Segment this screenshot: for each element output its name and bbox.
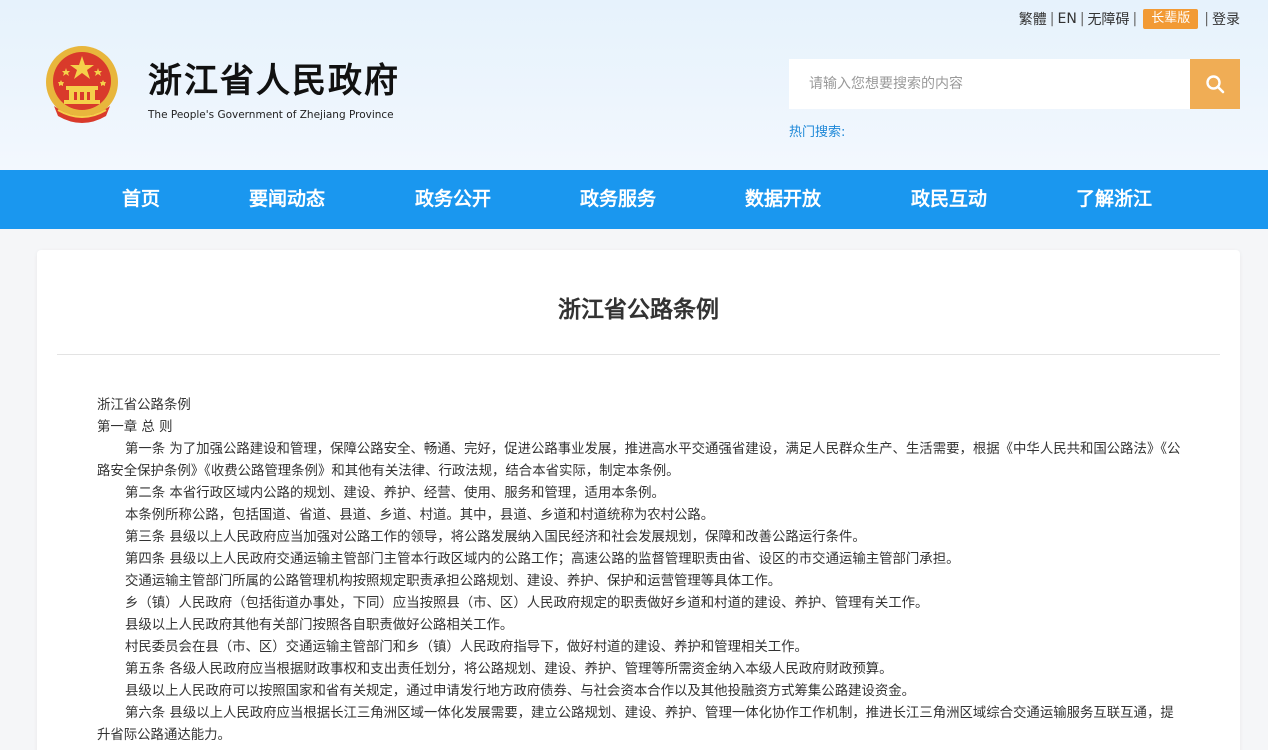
nav-item-about-zhejiang[interactable]: 了解浙江 [1076, 170, 1152, 229]
separator: | [1079, 11, 1085, 27]
article-paragraph: 第六条 县级以上人民政府应当根据长江三角洲区域一体化发展需要，建立公路规划、建设… [97, 706, 1174, 743]
article-paragraph: 第四条 县级以上人民政府交通运输主管部门主管本行政区域内的公路工作；高速公路的监… [125, 552, 960, 567]
english-link[interactable]: EN [1058, 11, 1077, 27]
article-paragraph: 县级以上人民政府可以按照国家和省有关规定，通过申请发行地方政府债券、与社会资本合… [125, 684, 916, 699]
article-paragraph: 第二条 本省行政区域内公路的规划、建设、养护、经营、使用、服务和管理，适用本条例… [125, 486, 665, 501]
title-divider [57, 354, 1220, 355]
hot-search-label: 热门搜索: [789, 125, 846, 140]
separator: | [1204, 11, 1209, 27]
article-paragraph: 县级以上人民政府其他有关部门按照各自职责做好公路相关工作。 [125, 618, 514, 633]
nav-item-gov-affairs[interactable]: 政务公开 [415, 170, 491, 229]
search-button[interactable] [1190, 59, 1240, 109]
site-header: 繁體 | EN | 无障碍 | 长辈版 | 登录 浙江省人民政府 The Peo… [0, 0, 1268, 170]
article-body: 浙江省公路条例 第一章 总 则 第一条 为了加强公路建设和管理，保障公路安全、畅… [97, 395, 1182, 747]
nav-item-home[interactable]: 首页 [122, 170, 160, 229]
accessibility-link[interactable]: 无障碍 [1088, 9, 1130, 29]
search-input[interactable] [789, 59, 1190, 109]
traditional-chinese-link[interactable]: 繁體 [1019, 9, 1047, 29]
site-title[interactable]: 浙江省人民政府 [148, 53, 400, 102]
nav-item-gov-services[interactable]: 政务服务 [580, 170, 656, 229]
article-paragraph: 本条例所称公路，包括国道、省道、县道、乡道、村道。其中，县道、乡道和村道统称为农… [125, 508, 715, 523]
article-paragraph: 第一条 为了加强公路建设和管理，保障公路安全、畅通、完好，促进公路事业发展，推进… [97, 442, 1181, 479]
article-paragraph: 村民委员会在县（市、区）交通运输主管部门和乡（镇）人民政府指导下，做好村道的建设… [125, 640, 808, 655]
main-nav: 首页 要闻动态 政务公开 政务服务 数据开放 政民互动 了解浙江 [0, 170, 1268, 229]
article-paragraph: 第三条 县级以上人民政府应当加强对公路工作的领导，将公路发展纳入国民经济和社会发… [125, 530, 866, 545]
login-link[interactable]: 登录 [1212, 9, 1240, 29]
nav-item-news[interactable]: 要闻动态 [249, 170, 325, 229]
article-card: 浙江省公路条例 浙江省公路条例 第一章 总 则 第一条 为了加强公路建设和管理，… [37, 250, 1240, 750]
national-emblem-icon [46, 46, 118, 123]
separator: | [1049, 11, 1055, 27]
article-paragraph: 第五条 各级人民政府应当根据财政事权和支出责任划分，将公路规划、建设、养护、管理… [125, 662, 893, 677]
elder-version-button[interactable]: 长辈版 [1143, 9, 1199, 29]
article-paragraph: 交通运输主管部门所属的公路管理机构按照规定职责承担公路规划、建设、养护、保护和运… [125, 574, 782, 589]
article-title: 浙江省公路条例 [558, 297, 719, 323]
article-paragraph: 浙江省公路条例 [97, 398, 191, 413]
article-paragraph: 第一章 总 则 [97, 420, 173, 435]
nav-item-open-data[interactable]: 数据开放 [745, 170, 821, 229]
search-icon [1206, 75, 1225, 94]
site-subtitle: The People's Government of Zhejiang Prov… [148, 109, 394, 121]
separator: | [1132, 11, 1138, 27]
nav-item-interaction[interactable]: 政民互动 [911, 170, 987, 229]
top-utility-bar: 繁體 | EN | 无障碍 | 长辈版 | 登录 [1019, 9, 1240, 29]
article-paragraph: 乡（镇）人民政府（包括街道办事处，下同）应当按照县（市、区）人民政府规定的职责做… [125, 596, 929, 611]
